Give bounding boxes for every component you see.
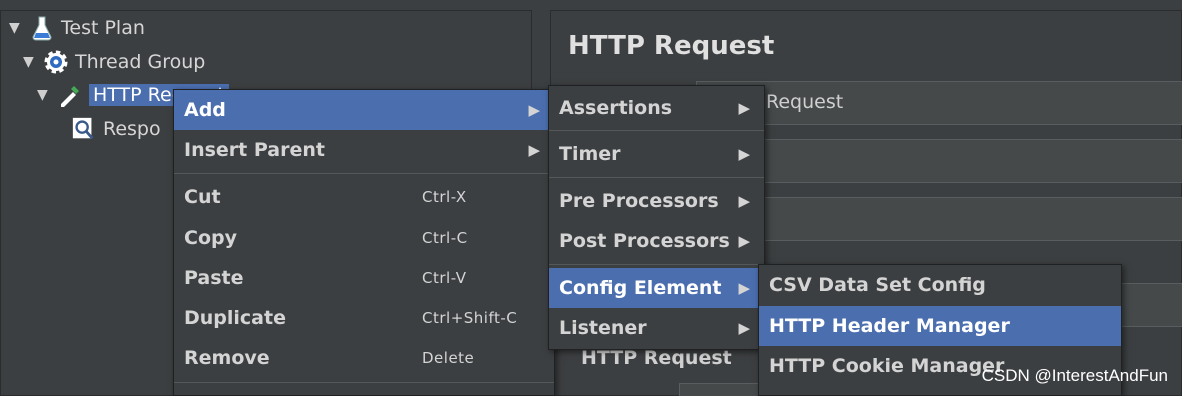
context-menu: Add ▶ Insert Parent ▶ Cut Ctrl-X Copy Ct… <box>173 89 555 396</box>
shortcut-label: Ctrl-X <box>422 188 467 206</box>
settings-field[interactable] <box>1121 283 1182 327</box>
watermark: CSDN @InterestAndFun <box>981 366 1168 385</box>
flask-icon <box>29 15 55 41</box>
menu-item-copy[interactable]: Copy Ctrl-C <box>174 218 554 258</box>
menu-item-insert-parent[interactable]: Insert Parent ▶ <box>174 130 554 170</box>
menu-item-timer[interactable]: Timer ▶ <box>549 134 764 174</box>
menu-separator <box>174 173 554 174</box>
menu-item-cut[interactable]: Cut Ctrl-X <box>174 177 554 217</box>
menu-item-label: Insert Parent <box>184 139 325 161</box>
pipette-icon <box>57 82 83 108</box>
expand-arrow-icon[interactable]: ▼ <box>23 54 43 70</box>
options-field[interactable] <box>696 197 1182 241</box>
menu-item-label: Copy <box>184 227 237 249</box>
menu-separator <box>549 130 764 131</box>
menu-item-label: HTTP Cookie Manager <box>769 355 1005 377</box>
menu-item-csv-data-set-config[interactable]: CSV Data Set Config <box>759 265 1121 305</box>
expand-arrow-icon[interactable]: ▼ <box>9 20 29 36</box>
tree-item-label: Respo <box>103 118 161 140</box>
menu-item-label: Post Processors <box>559 230 730 252</box>
menu-item-add[interactable]: Add ▶ <box>174 90 554 130</box>
comments-field[interactable] <box>696 139 1182 183</box>
menu-separator <box>549 264 764 265</box>
menu-item-config-element[interactable]: Config Element ▶ <box>549 268 764 308</box>
menu-item-label: Duplicate <box>184 307 286 329</box>
menu-item-label: Assertions <box>559 97 673 119</box>
name-field-value: Request <box>766 91 844 113</box>
submenu-arrow-icon: ▶ <box>738 279 750 297</box>
menu-item-listener[interactable]: Listener ▶ <box>549 308 764 348</box>
menu-item-assertions[interactable]: Assertions ▶ <box>549 88 764 128</box>
shortcut-label: Ctrl-C <box>422 229 468 247</box>
shortcut-label: Delete <box>422 349 475 367</box>
tree-item-label: Test Plan <box>61 17 145 39</box>
menu-item-label: Config Element <box>559 277 722 299</box>
menu-separator <box>549 177 764 178</box>
menu-item-label: HTTP Header Manager <box>769 315 1010 337</box>
submenu-arrow-icon: ▶ <box>738 192 750 210</box>
menu-item-label: Remove <box>184 347 270 369</box>
menu-item-label: Listener <box>559 317 647 339</box>
tree-item-thread-group[interactable]: ▼ Thread Group <box>23 47 205 77</box>
page-title: HTTP Request <box>568 31 775 61</box>
tree-item-response-listener[interactable]: Respo <box>71 114 161 144</box>
shortcut-label: Ctrl-V <box>422 269 467 287</box>
submenu-arrow-icon: ▶ <box>528 101 540 119</box>
submenu-arrow-icon: ▶ <box>738 145 750 163</box>
menu-item-remove[interactable]: Remove Delete <box>174 338 554 378</box>
submenu-arrow-icon: ▶ <box>528 141 540 159</box>
menu-item-post-processors[interactable]: Post Processors ▶ <box>549 221 764 261</box>
menu-separator <box>174 382 554 383</box>
menu-item-pre-processors[interactable]: Pre Processors ▶ <box>549 181 764 221</box>
menu-item-paste[interactable]: Paste Ctrl-V <box>174 258 554 298</box>
expand-arrow-icon[interactable]: ▼ <box>37 87 57 103</box>
http-request-section-label: HTTP Request <box>581 347 732 369</box>
submenu-arrow-icon: ▶ <box>738 99 750 117</box>
menu-item-label: Paste <box>184 267 244 289</box>
tree-item-test-plan[interactable]: ▼ Test Plan <box>9 13 145 43</box>
menu-item-label: Cut <box>184 186 221 208</box>
add-submenu: Assertions ▶ Timer ▶ Pre Processors ▶ Po… <box>548 85 765 350</box>
menu-item-label: Pre Processors <box>559 190 719 212</box>
menu-item-http-header-manager[interactable]: HTTP Header Manager <box>759 306 1121 346</box>
menu-item-label: CSV Data Set Config <box>769 274 986 296</box>
menu-item-label: Add <box>184 99 226 121</box>
gear-icon <box>43 49 69 75</box>
shortcut-label: Ctrl+Shift-C <box>422 309 518 327</box>
menu-item-label: Timer <box>559 143 621 165</box>
menu-item-duplicate[interactable]: Duplicate Ctrl+Shift-C <box>174 298 554 338</box>
submenu-arrow-icon: ▶ <box>738 319 750 337</box>
submenu-arrow-icon: ▶ <box>738 232 750 250</box>
magnifier-icon <box>71 116 97 142</box>
tree-item-label: Thread Group <box>75 51 206 73</box>
